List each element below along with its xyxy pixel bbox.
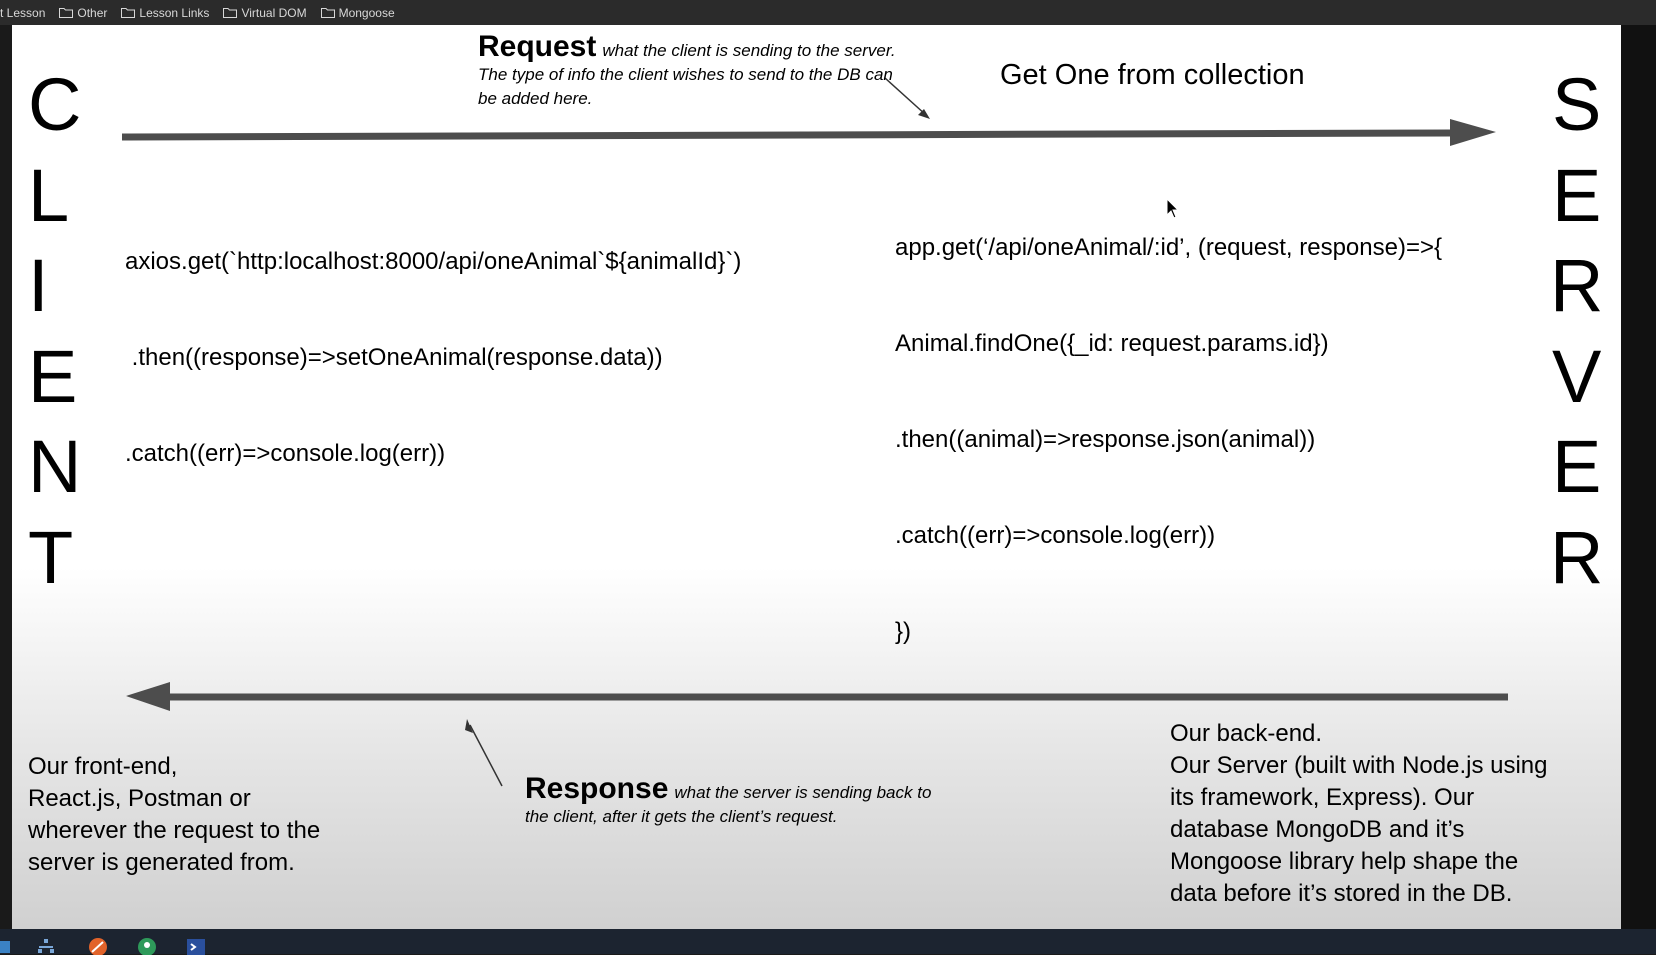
description-line: Mongoose library help shape the — [1170, 848, 1519, 875]
bookmark-label: Lesson Links — [139, 5, 210, 20]
folder-icon — [223, 8, 238, 18]
code-line: .then((response)=>setOneAnimal(response.… — [125, 344, 663, 371]
folder-icon — [59, 8, 74, 18]
code-line: .catch((err)=>console.log(err)) — [125, 440, 446, 467]
mouse-cursor-icon — [1166, 198, 1180, 219]
description-line: its framework, Express). Our — [1170, 784, 1475, 811]
description-line: server is generated from. — [28, 849, 295, 876]
terminal-icon[interactable] — [186, 937, 206, 955]
response-caption: Response what the server is sending back … — [525, 774, 945, 829]
client-letter: T — [28, 515, 74, 599]
response-pointer — [469, 724, 503, 787]
description-line: data before it’s stored in the DB. — [1170, 880, 1513, 907]
response-title: Response — [525, 772, 669, 805]
bookmark-folder-lesson-links[interactable]: Lesson Links — [121, 6, 209, 20]
bookmark-folder-other[interactable]: Other — [59, 6, 107, 20]
bookmark-label: Virtual DOM — [241, 5, 307, 20]
response-arrowhead — [126, 682, 170, 711]
description-line: React.js, Postman or — [28, 785, 251, 812]
code-line: Animal.findOne({_id: request.params.id}) — [895, 330, 1329, 357]
code-line: .catch((err)=>console.log(err)) — [895, 522, 1216, 549]
code-line: axios.get(`http:localhost:8000/api/oneAn… — [125, 248, 742, 275]
client-vertical-label: C L I E N T — [28, 60, 81, 603]
description-line: database MongoDB and it’s — [1170, 816, 1465, 843]
server-letter: R — [1550, 244, 1604, 327]
request-pointer-head — [918, 109, 930, 119]
presentation-slide: C L I E N T S E R V E R Request what the … — [12, 25, 1621, 929]
server-code-block: app.get(‘/api/oneAnimal/:id’, (request, … — [895, 168, 1442, 712]
request-title: Request — [478, 30, 597, 63]
taskbar — [0, 929, 1656, 955]
server-letter: E — [1552, 425, 1602, 508]
maps-icon[interactable] — [137, 937, 157, 955]
description-line: Our back-end. — [1170, 720, 1323, 747]
bookmark-folder-mongoose[interactable]: Mongoose — [320, 5, 395, 20]
bookmark-folder-virtual-dom[interactable]: Virtual DOM — [223, 5, 307, 20]
bookmark-react-lesson[interactable]: ct Lesson — [0, 6, 45, 20]
bookmark-label: ct Lesson — [0, 5, 46, 20]
folder-icon — [320, 8, 335, 18]
server-vertical-label: S E R V E R — [1550, 60, 1603, 603]
code-line: app.get(‘/api/oneAnimal/:id’, (request, … — [895, 234, 1442, 261]
server-letter: S — [1552, 63, 1602, 146]
request-arrow — [121, 129, 1453, 141]
code-line: .then((animal)=>response.json(animal)) — [895, 426, 1316, 453]
bookmarks-bar: ct Lesson Other Lesson Links Virtual DOM… — [0, 0, 1656, 25]
description-line: wherever the request to the — [28, 817, 321, 844]
browser-icon[interactable] — [88, 937, 108, 955]
folder-icon — [121, 8, 136, 18]
bookmark-label: Other — [77, 5, 108, 20]
client-letter: E — [28, 334, 78, 418]
bookmark-label: Mongoose — [338, 5, 395, 20]
client-letter: I — [28, 244, 49, 327]
response-pointer-head — [465, 719, 473, 733]
server-letter: V — [1552, 334, 1602, 418]
window-edge — [1621, 25, 1656, 929]
client-code-block: axios.get(`http:localhost:8000/api/oneAn… — [125, 182, 741, 534]
request-caption: Request what the client is sending to the… — [478, 32, 898, 111]
file-explorer-icon[interactable] — [0, 937, 14, 955]
server-letter: E — [1552, 153, 1602, 237]
description-line: Our front-end, — [28, 753, 178, 780]
client-letter: C — [28, 63, 82, 146]
client-description: Our front-end, React.js, Postman or wher… — [28, 751, 388, 879]
slide-title: Get One from collection — [1000, 59, 1305, 91]
client-letter: L — [28, 153, 70, 237]
description-line: Our Server (built with Node.js using — [1170, 752, 1548, 779]
code-line: }) — [895, 618, 912, 645]
server-letter: R — [1550, 515, 1604, 599]
client-letter: N — [28, 425, 82, 508]
network-icon[interactable] — [36, 937, 56, 955]
request-arrowhead — [1450, 119, 1496, 146]
server-description: Our back-end. Our Server (built with Nod… — [1170, 718, 1610, 910]
